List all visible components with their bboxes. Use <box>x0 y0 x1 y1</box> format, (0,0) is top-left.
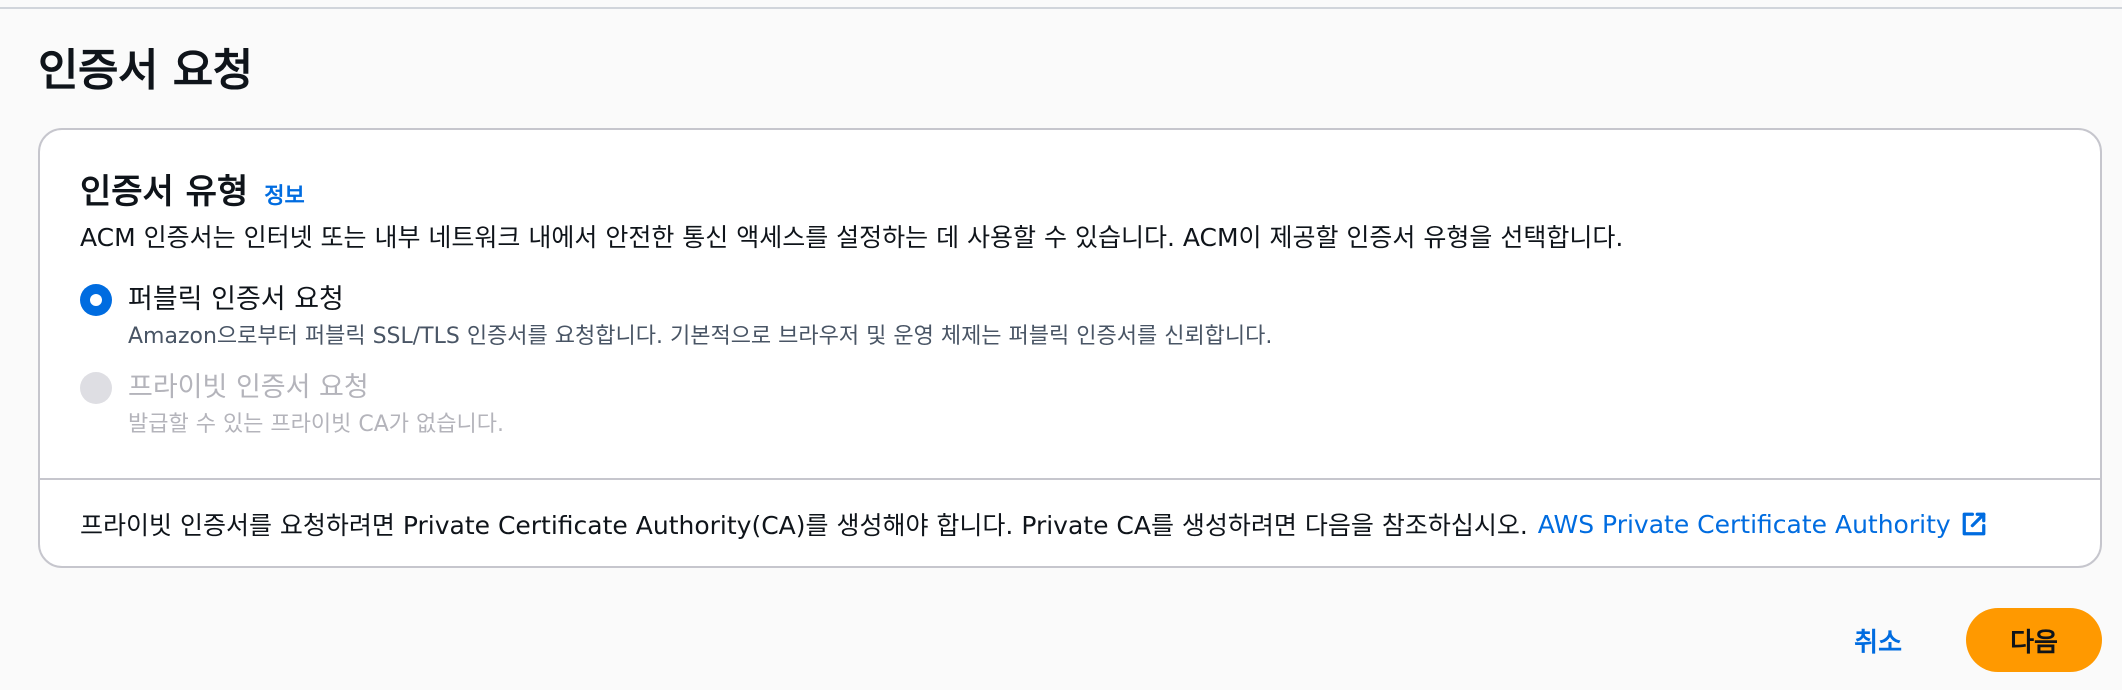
panel-footer: 프라이빗 인증서를 요청하려면 Private Certificate Auth… <box>80 506 1987 542</box>
radio-option-public[interactable]: 퍼블릭 인증서 요청 Amazon으로부터 퍼블릭 SSL/TLS 인증서를 요… <box>80 282 1272 352</box>
panel-divider <box>40 478 2100 480</box>
aws-private-ca-link-label[interactable]: AWS Private Certificate Authority <box>1538 510 1951 539</box>
info-link[interactable]: 정보 <box>264 178 304 210</box>
footer-text: 프라이빗 인증서를 요청하려면 Private Certificate Auth… <box>80 511 1528 540</box>
next-button[interactable]: 다음 <box>1966 608 2102 672</box>
top-divider <box>0 7 2122 9</box>
radio-button-selected[interactable] <box>80 284 112 316</box>
radio-description-public: Amazon으로부터 퍼블릭 SSL/TLS 인증서를 요청합니다. 기본적으로… <box>128 324 1273 349</box>
radio-text: 프라이빗 인증서 요청 발급할 수 있는 프라이빗 CA가 없습니다. <box>128 370 504 440</box>
radio-text: 퍼블릭 인증서 요청 Amazon으로부터 퍼블릭 SSL/TLS 인증서를 요… <box>128 282 1272 352</box>
page-title: 인증서 요청 <box>38 45 253 96</box>
section-description: ACM 인증서는 인터넷 또는 내부 네트워크 내에서 안전한 통신 액세스를 … <box>80 223 1624 252</box>
radio-description-private: 발급할 수 있는 프라이빗 CA가 없습니다. <box>128 412 504 437</box>
certificate-type-panel: 인증서 유형 정보 ACM 인증서는 인터넷 또는 내부 네트워크 내에서 안전… <box>38 128 2102 568</box>
external-link-icon[interactable] <box>1961 511 1987 537</box>
radio-option-private: 프라이빗 인증서 요청 발급할 수 있는 프라이빗 CA가 없습니다. <box>80 370 504 440</box>
aws-private-ca-link[interactable]: AWS Private Certificate Authority <box>1538 510 1987 539</box>
form-actions: 취소 다음 <box>1834 608 2102 672</box>
radio-label-public[interactable]: 퍼블릭 인증서 요청 <box>128 282 1272 318</box>
section-heading: 인증서 유형 정보 <box>80 164 305 213</box>
cancel-button[interactable]: 취소 <box>1834 622 1922 659</box>
section-title: 인증서 유형 <box>80 172 249 212</box>
radio-button-disabled <box>80 372 112 404</box>
panel-body: 인증서 유형 정보 ACM 인증서는 인터넷 또는 내부 네트워크 내에서 안전… <box>40 130 2100 478</box>
radio-label-private: 프라이빗 인증서 요청 <box>128 372 369 403</box>
